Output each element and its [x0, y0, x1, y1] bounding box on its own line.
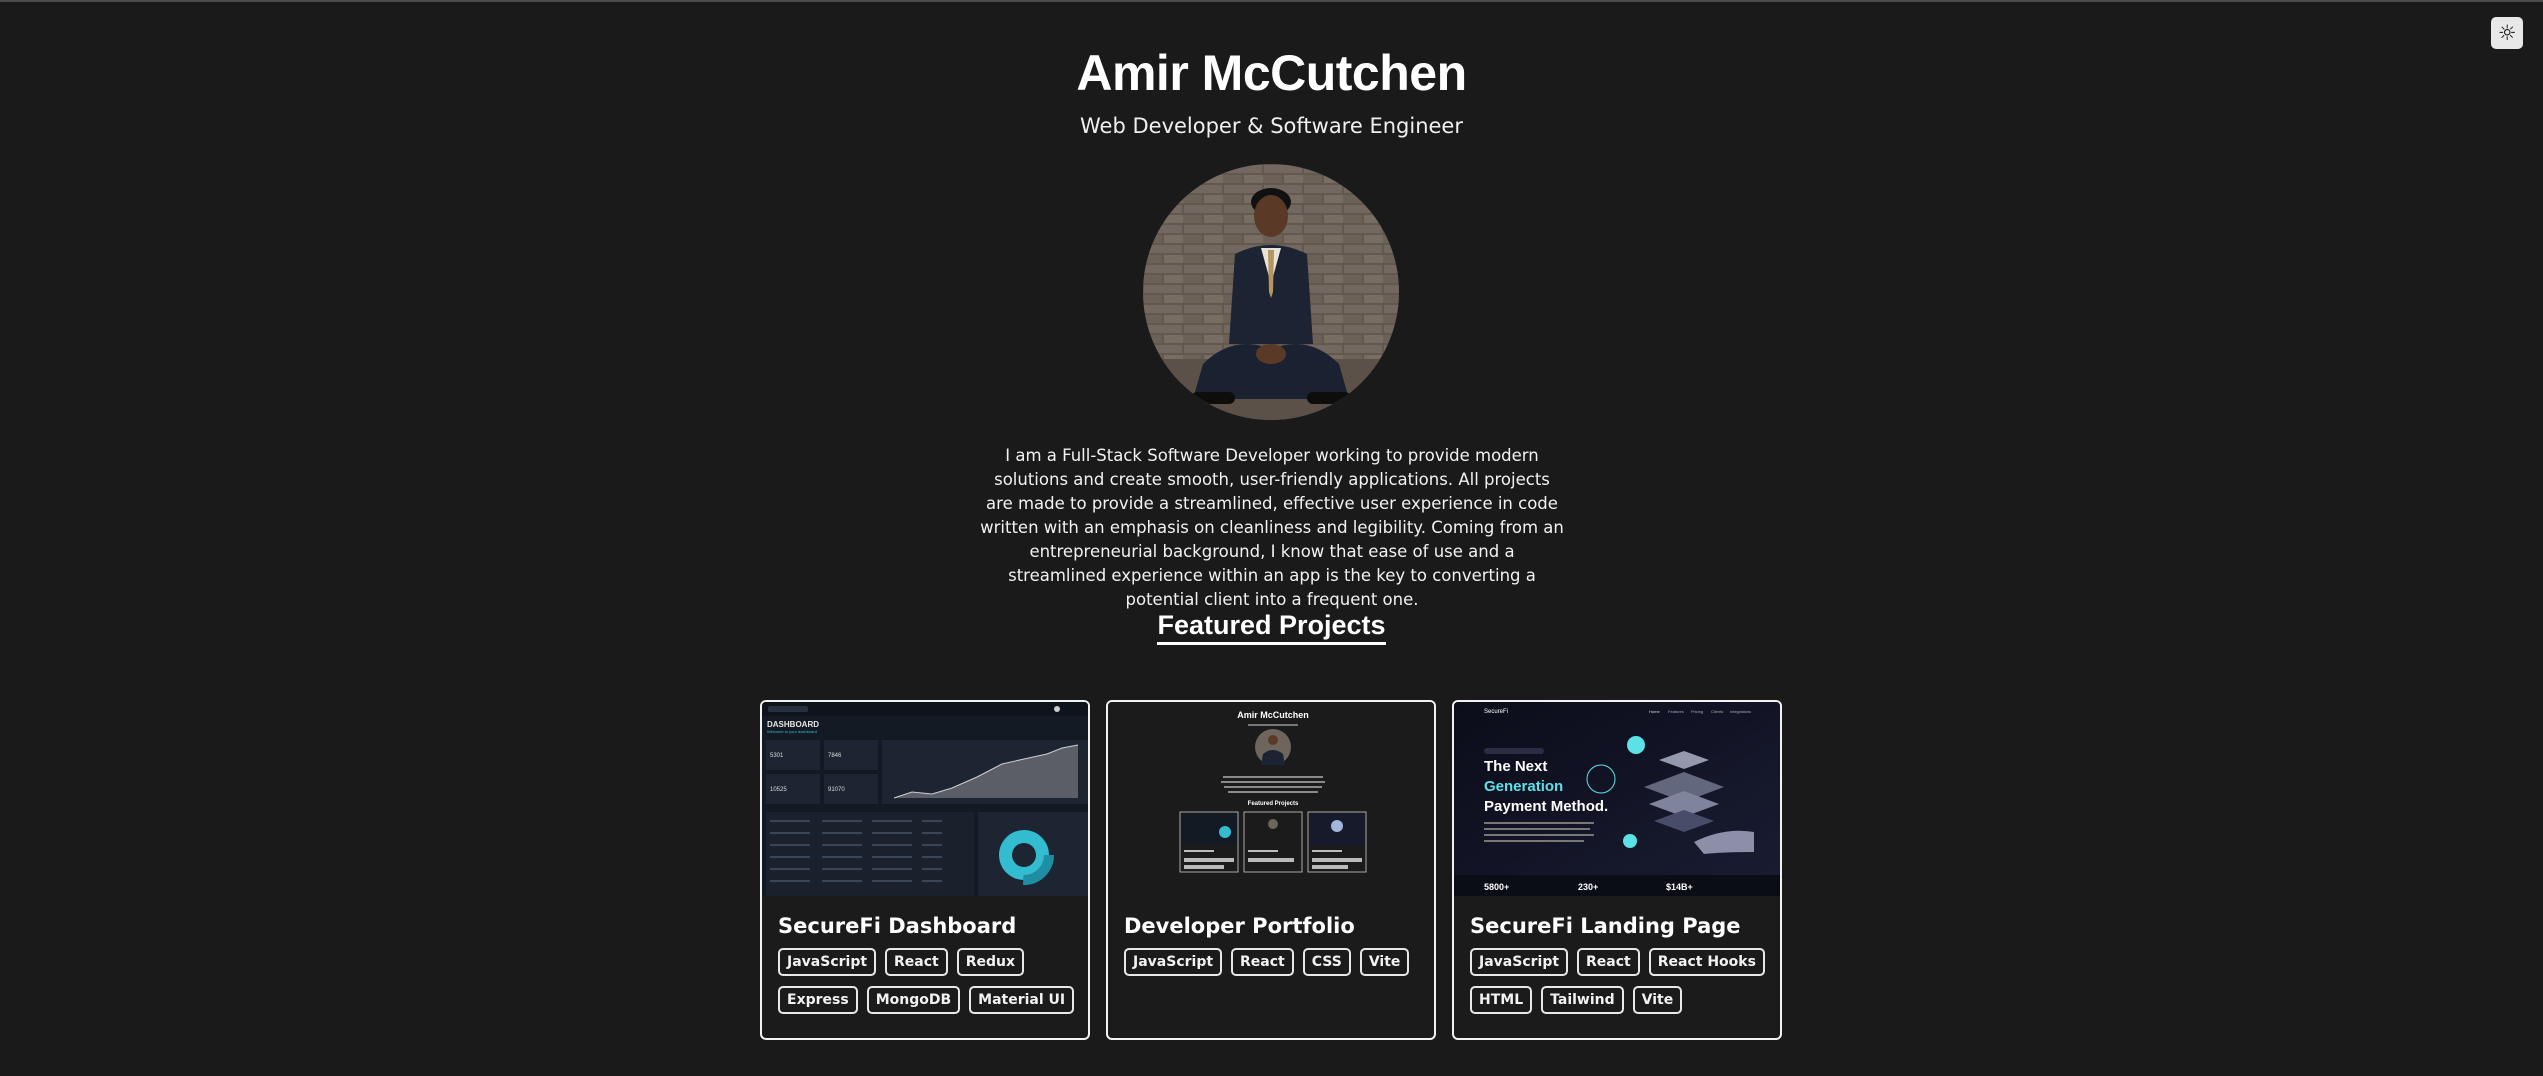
svg-text:5800+: 5800+: [1484, 882, 1509, 892]
page-title: Amir McCutchen: [1076, 45, 1467, 101]
tech-tag: JavaScript: [778, 948, 877, 976]
svg-text:Integrations: Integrations: [1730, 709, 1751, 714]
featured-projects-heading: Featured Projects: [0, 610, 2543, 645]
tech-tag: Redux: [956, 948, 1025, 976]
svg-text:230+: 230+: [1578, 882, 1598, 892]
svg-text:Featured Projects: Featured Projects: [1248, 801, 1299, 807]
svg-text:Welcome to your dashboard: Welcome to your dashboard: [767, 729, 817, 734]
svg-text:Generation: Generation: [1484, 778, 1563, 795]
svg-text:5301: 5301: [770, 753, 784, 759]
bio-paragraph: I am a Full-Stack Software Developer wor…: [980, 446, 1564, 609]
svg-text:Features: Features: [1668, 709, 1684, 714]
svg-text:Clients: Clients: [1711, 709, 1723, 714]
tech-tag: React: [885, 948, 948, 976]
svg-text:Payment Method.: Payment Method.: [1484, 798, 1608, 815]
svg-text:91070: 91070: [828, 787, 845, 793]
svg-text:$14B+: $14B+: [1666, 882, 1693, 892]
tech-tag: JavaScript: [1124, 948, 1223, 976]
project-title: Developer Portfolio: [1124, 914, 1355, 938]
svg-text:The Next: The Next: [1484, 758, 1547, 775]
svg-text:7846: 7846: [828, 753, 842, 759]
tech-tag: JavaScript: [1470, 948, 1569, 976]
tech-tags: JavaScript React CSS Vite: [1108, 938, 1434, 976]
featured-projects-title: Featured Projects: [1157, 610, 1386, 645]
thumb-portfolio-name: Amir McCutchen: [1237, 710, 1309, 720]
tech-tag: CSS: [1302, 948, 1351, 976]
svg-text:Home: Home: [1649, 709, 1660, 714]
hero-header: Amir McCutchen Web Developer & Software …: [0, 0, 2543, 138]
tech-tag: Vite: [1632, 986, 1683, 1014]
tech-tag: Vite: [1359, 948, 1410, 976]
tech-tags: JavaScript React React Hooks HTML Tailwi…: [1454, 938, 1780, 1014]
project-title: SecureFi Landing Page: [1470, 914, 1741, 938]
project-card-developer-portfolio[interactable]: Amir McCutchen Featured Projects Develop…: [1106, 700, 1436, 1040]
svg-text:Pricing: Pricing: [1691, 709, 1703, 714]
tech-tag: React: [1231, 948, 1294, 976]
project-thumbnail: DASHBOARD Welcome to your dashboard 5301…: [762, 702, 1088, 896]
tech-tags: JavaScript React Redux Express MongoDB M…: [762, 938, 1088, 1014]
tech-tag: MongoDB: [866, 986, 961, 1014]
project-thumbnail: SecureFi Home Features Pricing Clients I…: [1454, 702, 1780, 896]
tech-tag: Material UI: [969, 986, 1075, 1014]
avatar: [1143, 164, 1399, 420]
tech-tag: React: [1577, 948, 1640, 976]
project-thumbnail: Amir McCutchen Featured Projects: [1108, 702, 1434, 896]
svg-text:10525: 10525: [770, 787, 787, 793]
project-title: SecureFi Dashboard: [778, 914, 1017, 938]
thumb-landing-brand: SecureFi: [1484, 709, 1508, 715]
page-subtitle: Web Developer & Software Engineer: [1080, 114, 1463, 138]
tech-tag: HTML: [1470, 986, 1533, 1014]
project-card-securefi-dashboard[interactable]: DASHBOARD Welcome to your dashboard 5301…: [760, 700, 1090, 1040]
thumb-dashboard-heading: DASHBOARD: [767, 720, 819, 729]
project-card-securefi-landing[interactable]: SecureFi Home Features Pricing Clients I…: [1452, 700, 1782, 1040]
tech-tag: React Hooks: [1648, 948, 1765, 976]
tech-tag: Tailwind: [1541, 986, 1624, 1014]
tech-tag: Express: [778, 986, 858, 1014]
